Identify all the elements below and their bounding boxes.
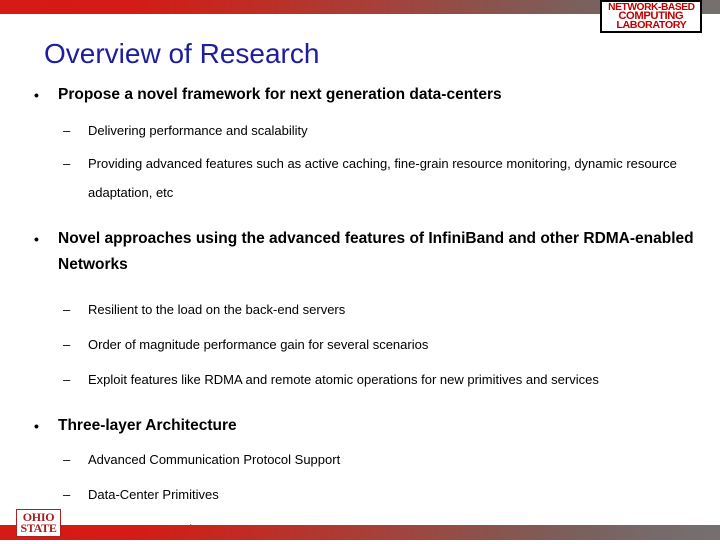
bullet-level2: – Data-Center Primitives — [28, 480, 704, 509]
bottom-accent-bar — [0, 525, 720, 540]
bullet-dash-icon: – — [63, 123, 71, 138]
bullet-level2: – Advanced Communication Protocol Suppor… — [28, 445, 704, 474]
bullet-dash-icon: – — [63, 452, 71, 467]
bullet-level2: – Delivering performance and scalability — [28, 116, 704, 145]
bullet-text: Order of magnitude performance gain for … — [88, 337, 429, 352]
bullet-level2: – Providing advanced features such as ac… — [28, 149, 704, 207]
bullet-dash-icon: – — [63, 487, 71, 502]
osu-logo-line-2: STATE — [20, 521, 57, 535]
presentation-slide: NETWORK-BASED COMPUTING LABORATORY Overv… — [0, 0, 720, 540]
bullet-level1: • Novel approaches using the advanced fe… — [28, 226, 704, 278]
bullet-level2: – Resilient to the load on the back-end … — [28, 295, 704, 324]
bullet-dash-icon: – — [63, 302, 71, 317]
bullet-dash-icon: – — [63, 337, 71, 352]
bullet-dash-icon: – — [63, 156, 71, 171]
bullet-level1: • Three-layer Architecture — [28, 413, 704, 439]
bullet-text: Exploit features like RDMA and remote at… — [88, 372, 599, 387]
page-title: Overview of Research — [44, 38, 320, 69]
bullet-text: Providing advanced features such as acti… — [88, 156, 677, 200]
nbcl-logo-line-3: LABORATORY — [615, 19, 687, 31]
bullet-text: Delivering performance and scalability — [88, 123, 308, 138]
bullet-text: Propose a novel framework for next gener… — [58, 86, 502, 103]
bullet-level2: – Exploit features like RDMA and remote … — [28, 365, 704, 394]
bullet-dash-icon: – — [63, 372, 71, 387]
bullet-text: Data-Center Primitives — [88, 487, 219, 502]
bullet-dot-icon: • — [34, 418, 39, 434]
bullet-dot-icon: • — [34, 87, 39, 103]
bullet-level2: – Order of magnitude performance gain fo… — [28, 330, 704, 359]
ohio-state-university-logo: OHIO STATE — [16, 509, 61, 537]
bullet-level1: • Propose a novel framework for next gen… — [28, 82, 704, 108]
bullet-text: Novel approaches using the advanced feat… — [58, 230, 694, 273]
network-based-computing-laboratory-logo: NETWORK-BASED COMPUTING LABORATORY — [600, 0, 702, 33]
bullet-text: Advanced Communication Protocol Support — [88, 452, 341, 467]
bullet-text: Three-layer Architecture — [58, 417, 237, 434]
bullet-dot-icon: • — [34, 231, 39, 247]
slide-body: • Propose a novel framework for next gen… — [28, 82, 704, 544]
bullet-text: Resilient to the load on the back-end se… — [88, 302, 346, 317]
